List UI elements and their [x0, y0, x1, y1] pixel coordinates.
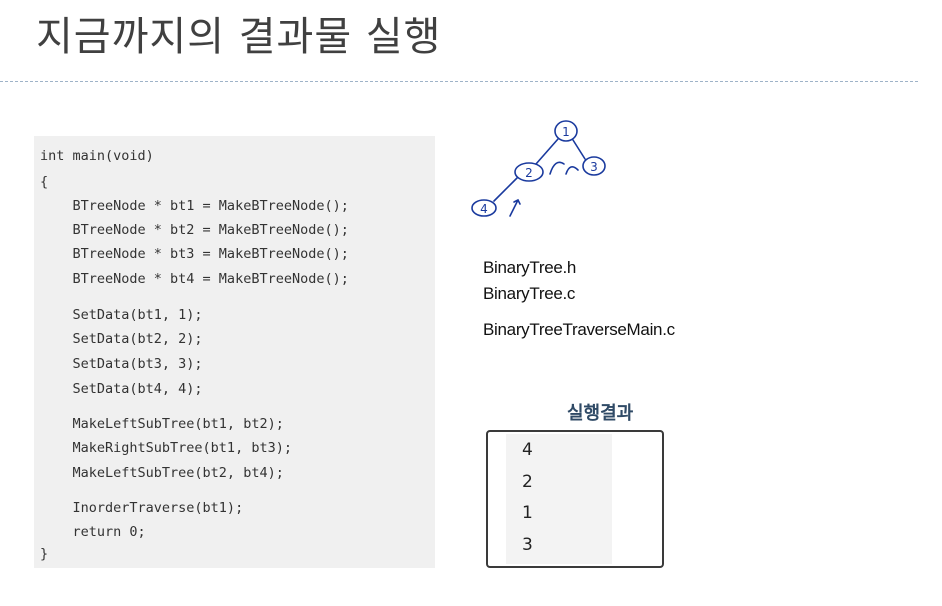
code-line: BTreeNode * bt3 = MakeBTreeNode(); [40, 246, 349, 262]
code-line: InorderTraverse(bt1); [40, 500, 244, 516]
result-line: 1 [522, 503, 533, 523]
tree-node-label: 3 [590, 160, 598, 174]
tree-node-label: 1 [562, 125, 570, 139]
code-line: SetData(bt3, 3); [40, 356, 203, 372]
tree-edge [572, 139, 586, 160]
code-line: SetData(bt2, 2); [40, 331, 203, 347]
result-title: 실행결과 [567, 403, 634, 424]
file-name: BinaryTree.c [483, 284, 576, 303]
code-line: int main(void) [40, 148, 154, 164]
code-line: MakeLeftSubTree(bt1, bt2); [40, 416, 284, 432]
code-line: { [40, 174, 49, 190]
code-line: } [40, 546, 49, 562]
tree-edge [493, 177, 518, 202]
code-line: SetData(bt4, 4); [40, 381, 203, 397]
traversal-mark [565, 166, 579, 175]
result-line: 2 [522, 472, 533, 492]
code-line: MakeRightSubTree(bt1, bt3); [40, 440, 292, 456]
code-line: BTreeNode * bt2 = MakeBTreeNode(); [40, 222, 349, 238]
tree-sketch: 1 2 3 4 [471, 120, 606, 217]
result-line: 4 [522, 440, 533, 460]
traversal-mark [549, 161, 565, 175]
file-name: BinaryTreeTraverseMain.c [483, 320, 675, 339]
code-line: return 0; [40, 524, 146, 540]
tree-node-label: 4 [480, 202, 488, 216]
tree-edge [535, 138, 559, 165]
result-line: 3 [522, 535, 533, 555]
file-name: BinaryTree.h [483, 258, 577, 277]
result-console: 4 2 1 3 [486, 430, 664, 568]
traversal-arrow-icon [509, 198, 521, 217]
code-line: BTreeNode * bt4 = MakeBTreeNode(); [40, 271, 349, 287]
code-line: SetData(bt1, 1); [40, 307, 203, 323]
code-line: BTreeNode * bt1 = MakeBTreeNode(); [40, 198, 349, 214]
tree-node-label: 2 [525, 166, 533, 180]
slide-title: 지금까지의 결과물 실행 [36, 14, 442, 60]
title-divider [0, 81, 918, 82]
code-line: MakeLeftSubTree(bt2, bt4); [40, 465, 284, 481]
